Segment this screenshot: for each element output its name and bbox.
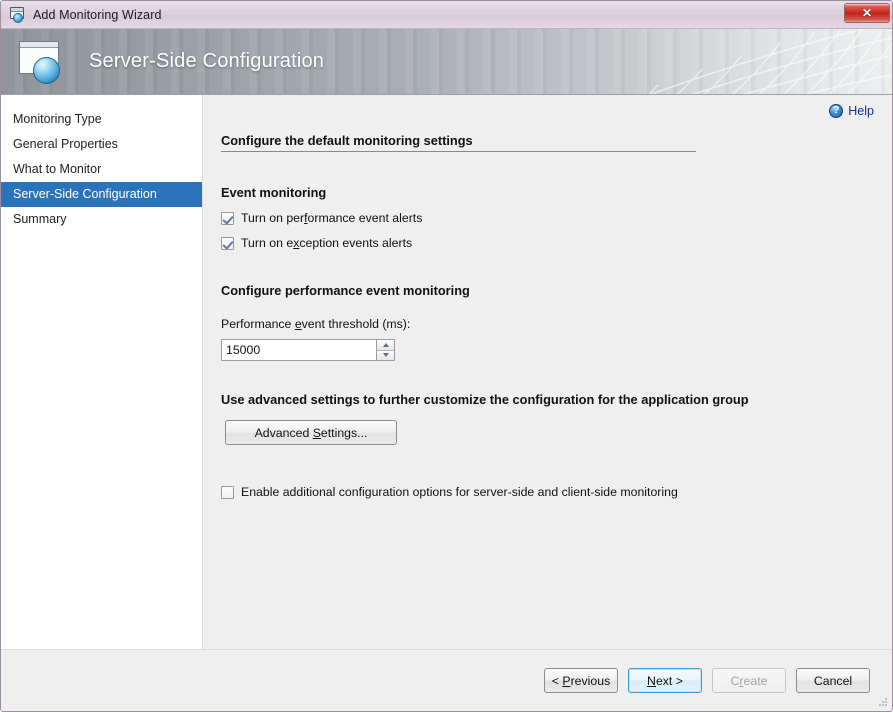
additional-options-row[interactable]: Enable additional configuration options … bbox=[221, 485, 892, 499]
help-label: Help bbox=[848, 104, 874, 118]
performance-event-alerts-checkbox[interactable] bbox=[221, 211, 234, 225]
wizard-footer: < Previous Next > Create Cancel bbox=[1, 649, 892, 711]
event-monitoring-heading: Event monitoring bbox=[221, 185, 327, 200]
add-monitoring-wizard-window: Add Monitoring Wizard ✕ Server-Side Conf… bbox=[0, 0, 893, 712]
close-icon: ✕ bbox=[861, 6, 873, 20]
performance-threshold-input[interactable] bbox=[222, 340, 376, 360]
sidebar-item-server-side-configuration[interactable]: Server-Side Configuration bbox=[1, 182, 202, 207]
help-question-icon: ? bbox=[829, 104, 844, 118]
sidebar-item-general-properties[interactable]: General Properties bbox=[1, 132, 202, 157]
additional-options-label: Enable additional configuration options … bbox=[241, 485, 678, 499]
wizard-content-pane: ? Help Configure the default monitoring … bbox=[203, 95, 892, 649]
performance-event-alerts-row[interactable]: Turn on performance event alerts bbox=[221, 211, 892, 225]
window-title: Add Monitoring Wizard bbox=[33, 7, 162, 22]
wizard-body: Monitoring Type General Properties What … bbox=[1, 95, 892, 649]
wizard-window-icon bbox=[9, 6, 27, 23]
banner-title: Server-Side Configuration bbox=[89, 50, 325, 72]
exception-events-alerts-label: Turn on exception events alerts bbox=[241, 236, 413, 250]
chevron-up-icon bbox=[382, 342, 389, 347]
wizard-step-sidebar: Monitoring Type General Properties What … bbox=[1, 95, 203, 649]
server-window-globe-icon bbox=[19, 39, 71, 85]
banner-mesh-graphic bbox=[648, 29, 892, 94]
exception-events-alerts-row[interactable]: Turn on exception events alerts bbox=[221, 236, 892, 250]
stepper-decrement-button[interactable] bbox=[377, 350, 394, 360]
help-link[interactable]: ? Help bbox=[829, 104, 874, 118]
create-button: Create bbox=[712, 668, 786, 693]
page-banner: Server-Side Configuration bbox=[1, 29, 892, 95]
cancel-button[interactable]: Cancel bbox=[796, 668, 870, 693]
sidebar-item-what-to-monitor[interactable]: What to Monitor bbox=[1, 157, 202, 182]
advanced-settings-heading: Use advanced settings to further customi… bbox=[221, 392, 749, 407]
page-title: Configure the default monitoring setting… bbox=[221, 133, 696, 152]
chevron-down-icon bbox=[382, 353, 389, 358]
sidebar-item-monitoring-type[interactable]: Monitoring Type bbox=[1, 107, 202, 132]
performance-monitoring-heading: Configure performance event monitoring bbox=[221, 283, 470, 298]
performance-threshold-label: Performance event threshold (ms): bbox=[221, 317, 411, 331]
title-bar: Add Monitoring Wizard ✕ bbox=[1, 1, 892, 29]
performance-event-alerts-label: Turn on performance event alerts bbox=[241, 211, 423, 225]
advanced-settings-button[interactable]: Advanced Settings... bbox=[225, 420, 397, 445]
close-button[interactable]: ✕ bbox=[844, 3, 890, 23]
performance-threshold-stepper[interactable] bbox=[221, 339, 395, 361]
resize-grip-icon[interactable] bbox=[876, 696, 888, 708]
additional-options-checkbox[interactable] bbox=[221, 485, 234, 499]
next-button[interactable]: Next > bbox=[628, 668, 702, 693]
stepper-increment-button[interactable] bbox=[377, 340, 394, 351]
previous-button[interactable]: < Previous bbox=[544, 668, 618, 693]
sidebar-item-summary[interactable]: Summary bbox=[1, 207, 202, 232]
exception-events-alerts-checkbox[interactable] bbox=[221, 236, 234, 250]
